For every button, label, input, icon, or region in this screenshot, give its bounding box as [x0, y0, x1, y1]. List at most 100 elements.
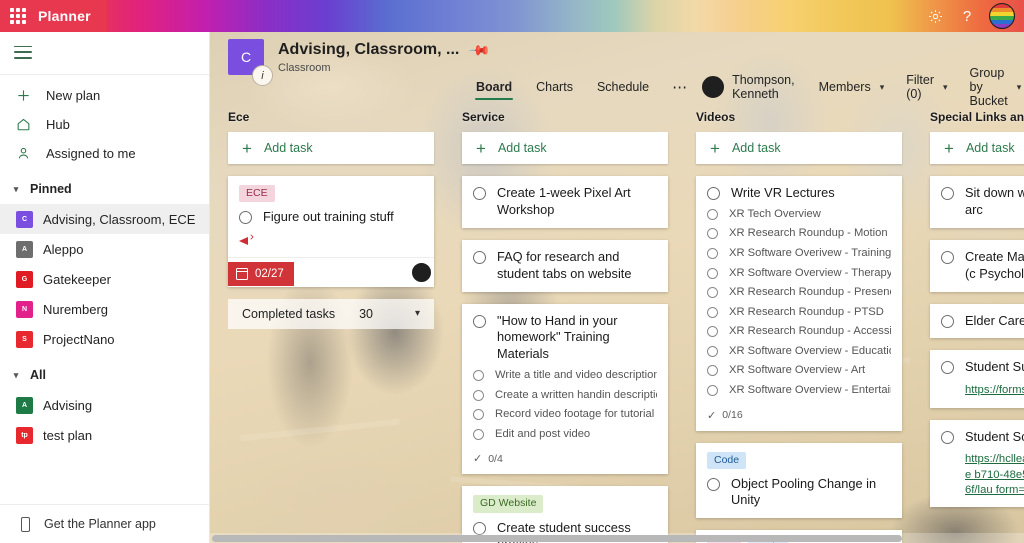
- sidebar-item-assigned-to-me[interactable]: Assigned to me: [0, 139, 209, 168]
- subtask-checkbox[interactable]: [707, 306, 718, 318]
- help-question-icon[interactable]: ?: [951, 0, 983, 32]
- sidebar-plan-advising-classroom-ece[interactable]: C Advising, Classroom, ECE: [0, 204, 209, 234]
- subtask-checkbox[interactable]: [707, 228, 718, 240]
- plan-owner-name: Thompson, Kenneth: [732, 73, 795, 101]
- sidebar-plan-projectnano[interactable]: S ProjectNano: [0, 324, 209, 354]
- sidebar-plan-nuremberg[interactable]: N Nuremberg: [0, 294, 209, 324]
- tab-board[interactable]: Board: [475, 72, 514, 102]
- task-checkbox[interactable]: [473, 250, 486, 264]
- scrollbar-thumb[interactable]: [212, 535, 902, 542]
- add-task-button[interactable]: + Add task: [462, 132, 668, 164]
- sidebar-item-hub[interactable]: Hub: [0, 110, 209, 139]
- task-row: Figure out training stuff: [239, 209, 423, 226]
- task-card[interactable]: Student Succes https://forms.gle/: [930, 350, 1024, 408]
- user-avatar[interactable]: [989, 3, 1015, 29]
- chevron-down-icon: ▾: [879, 81, 885, 92]
- task-checkbox[interactable]: [941, 187, 954, 200]
- hamburger-menu-icon[interactable]: [14, 45, 32, 59]
- ellipsis-icon[interactable]: ⋯: [672, 78, 688, 96]
- plan-avatar-tile[interactable]: C i: [228, 39, 273, 86]
- task-card[interactable]: Code Object Pooling Change in Unity: [696, 442, 902, 519]
- get-planner-app-button[interactable]: Get the Planner app: [0, 505, 209, 543]
- due-date-badge[interactable]: 02/27: [228, 261, 294, 286]
- task-card[interactable]: Create Mailing game testing (c Psycholog…: [930, 239, 1024, 292]
- task-checkbox[interactable]: [473, 314, 486, 328]
- board-scroll-container[interactable]: C i Advising, Classroom, ... 📌 Classroom…: [210, 32, 1024, 543]
- subtask-checkbox[interactable]: [473, 370, 484, 382]
- task-checkbox[interactable]: [707, 477, 720, 491]
- task-card[interactable]: Create 1-week Pixel Art Workshop: [462, 176, 668, 228]
- home-icon: [16, 117, 38, 132]
- subtask-checkbox[interactable]: [707, 384, 718, 396]
- subtask-row: Create a written handin description temp…: [473, 388, 657, 403]
- horizontal-scrollbar[interactable]: [210, 533, 1024, 543]
- completed-tasks-toggle[interactable]: Completed tasks 30 ▾: [228, 298, 434, 329]
- subtask-checkbox[interactable]: [707, 345, 718, 357]
- add-task-button[interactable]: + Add task: [930, 132, 1024, 164]
- task-card[interactable]: "How to Hand in your homework" Training …: [462, 303, 668, 475]
- sidebar-item-label: New plan: [46, 88, 101, 103]
- sidebar-item-label: Assigned to me: [46, 146, 136, 161]
- task-checkbox[interactable]: [941, 250, 954, 264]
- pin-icon[interactable]: 📌: [468, 38, 493, 62]
- sidebar-plan-label: Advising: [43, 397, 93, 413]
- plan-tile: C: [16, 210, 33, 228]
- tab-charts[interactable]: Charts: [535, 72, 574, 102]
- task-card[interactable]: Elder Care facil: [930, 303, 1024, 339]
- topbar-actions: ?: [919, 0, 1024, 32]
- board-toolbar: Board Charts Schedule ⋯ Thompson, Kennet…: [475, 66, 1024, 108]
- add-task-button[interactable]: + Add task: [228, 132, 434, 164]
- subtask-checkbox[interactable]: [707, 267, 718, 279]
- avatar[interactable]: [412, 262, 431, 282]
- mobile-phone-icon: [21, 516, 30, 532]
- task-card[interactable]: ECE Figure out training stuff 02/27: [228, 176, 434, 287]
- plan-owner-chip[interactable]: Thompson, Kenneth: [702, 73, 795, 101]
- checklist-icon: ✓: [707, 409, 717, 422]
- tab-schedule[interactable]: Schedule: [596, 72, 650, 102]
- task-card[interactable]: Sit down with C story in the arc: [930, 176, 1024, 228]
- group-by-menu-button[interactable]: Group by Bucket ▾: [970, 66, 1022, 108]
- app-launcher-icon[interactable]: [10, 8, 26, 24]
- task-checkbox[interactable]: [473, 187, 486, 200]
- subtask-checkbox[interactable]: [473, 428, 484, 440]
- card-progress: ✓ 0/16: [707, 409, 891, 422]
- subtask-checkbox[interactable]: [707, 326, 718, 338]
- sidebar-plan-gatekeeper[interactable]: G Gatekeeper: [0, 264, 209, 294]
- sidebar-group-label: Pinned: [30, 182, 72, 196]
- sidebar-item-new-plan[interactable]: New plan: [0, 81, 209, 110]
- gear-icon[interactable]: [919, 0, 951, 32]
- task-row: Create Mailing game testing (c Psycholog…: [941, 249, 1024, 283]
- sidebar-plan-test-plan[interactable]: tp test plan: [0, 420, 209, 450]
- members-menu-button[interactable]: Members ▾: [819, 80, 885, 94]
- task-checkbox[interactable]: [941, 430, 954, 444]
- tab-label: Schedule: [596, 80, 650, 94]
- sidebar-group-all[interactable]: ▾ All: [0, 360, 209, 390]
- task-checkbox[interactable]: [941, 361, 954, 375]
- task-link[interactable]: https://forms.gle/: [965, 383, 1024, 398]
- chevron-down-icon: ▾: [13, 369, 19, 380]
- person-icon: [16, 146, 38, 161]
- subtask-checkbox[interactable]: [473, 409, 484, 421]
- info-icon[interactable]: i: [252, 65, 273, 86]
- task-card[interactable]: Student Schedu https://hclleap-prod2.its…: [930, 419, 1024, 508]
- task-checkbox[interactable]: [941, 314, 954, 328]
- subtask-checkbox[interactable]: [707, 208, 718, 220]
- task-checkbox[interactable]: [707, 187, 720, 200]
- subtask-checkbox[interactable]: [707, 287, 718, 299]
- task-card[interactable]: Write VR Lectures XR Tech Overview XR Re…: [696, 176, 902, 431]
- task-card[interactable]: FAQ for research and student tabs on web…: [462, 239, 668, 292]
- subtask-checkbox[interactable]: [707, 248, 718, 260]
- page-title[interactable]: Advising, Classroom, ...: [278, 41, 459, 59]
- sidebar-plan-advising[interactable]: A Advising: [0, 390, 209, 420]
- filter-menu-button[interactable]: Filter (0) ▾: [906, 73, 947, 101]
- add-task-button[interactable]: + Add task: [696, 132, 902, 164]
- task-checkbox[interactable]: [239, 211, 252, 225]
- subtask-title: XR Research Roundup - Motion Sickness: [729, 227, 891, 240]
- sidebar-plan-aleppo[interactable]: A Aleppo: [0, 234, 209, 264]
- sidebar-group-pinned[interactable]: ▾ Pinned: [0, 174, 209, 204]
- subtask-checkbox[interactable]: [707, 365, 718, 377]
- plus-icon: +: [476, 138, 486, 158]
- task-link[interactable]: https://hclleap-prod2.its.uconn.e b710-4…: [965, 452, 1024, 498]
- subtask-checkbox[interactable]: [473, 389, 484, 401]
- checklist-progress: 0/16: [722, 409, 743, 422]
